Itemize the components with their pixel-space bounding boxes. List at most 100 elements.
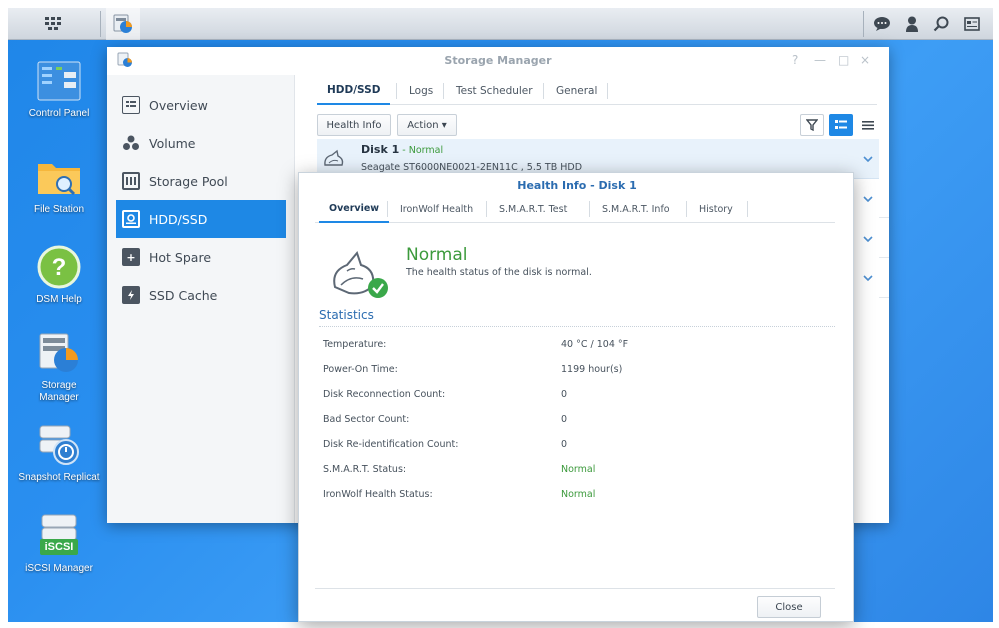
taskbar-separator (863, 11, 864, 37)
user-button[interactable] (899, 8, 925, 40)
apps-grid-icon (45, 17, 61, 30)
list-view-button[interactable] (856, 114, 880, 136)
filter-button[interactable] (800, 114, 824, 136)
list-icon (862, 121, 874, 130)
tab-general[interactable]: General (546, 77, 607, 105)
tab-smart-test[interactable]: S.M.A.R.T. Test (489, 195, 577, 223)
tab-overview[interactable]: Overview (319, 195, 390, 223)
dialog-footer-divider (315, 588, 835, 589)
disk-status-separator: - (399, 145, 409, 156)
help-button[interactable]: ? (792, 53, 798, 67)
close-window-button[interactable]: × (860, 53, 870, 67)
storage-manager-taskbar-button[interactable] (106, 8, 140, 40)
chevron-down-icon[interactable] (863, 235, 873, 243)
desktop-icon-label: DSM Help (36, 294, 82, 305)
sidebar-item-storage-pool[interactable]: Storage Pool (116, 162, 286, 200)
action-dropdown[interactable]: Action ▾ (397, 114, 457, 136)
main-menu-button[interactable] (8, 8, 98, 40)
folder-icon (38, 164, 80, 196)
stat-value-temperature: 40 °C / 104 °F (561, 339, 629, 350)
desktop-icon-storage-manager[interactable]: Storage Manager (9, 330, 109, 404)
desktop-icon-label: Snapshot Replicat (18, 472, 100, 483)
user-icon (906, 16, 918, 32)
maximize-button[interactable]: □ (838, 53, 849, 67)
desktop-icon-snapshot-replication[interactable]: Snapshot Replicat (9, 422, 109, 484)
tab-history[interactable]: History (689, 195, 743, 223)
stat-label-power-on-time: Power-On Time: (323, 364, 398, 375)
desktop-icon-label: iSCSI Manager (25, 563, 93, 574)
tab-separator (486, 201, 487, 217)
tab-test-scheduler[interactable]: Test Scheduler (446, 77, 543, 105)
check-icon (368, 278, 388, 298)
stat-value-smart-status: Normal (561, 464, 596, 475)
iscsi-badge: iSCSI (44, 541, 74, 553)
row-divider (879, 257, 889, 258)
disk-name: Disk 1 (361, 143, 400, 156)
notifications-button[interactable] (868, 8, 896, 40)
hdd-icon (122, 210, 140, 228)
desktop-icon-file-station[interactable]: File Station (9, 154, 109, 216)
overview-icon (122, 96, 140, 114)
tab-hdd-ssd[interactable]: HDD/SSD (317, 77, 391, 105)
tab-logs[interactable]: Logs (399, 77, 443, 105)
sidebar-item-label: HDD/SSD (149, 211, 208, 227)
storage-manager-icon (39, 333, 78, 372)
stat-value-power-on-time: 1199 hour(s) (561, 364, 623, 375)
detail-view-button[interactable] (829, 114, 853, 136)
desktop-icon-dsm-help[interactable]: ? DSM Help (9, 244, 109, 306)
health-description: The health status of the disk is normal. (406, 267, 592, 278)
chevron-down-icon[interactable] (863, 195, 873, 203)
desktop-icon-label: File Station (33, 204, 85, 215)
ssd-cache-icon (122, 286, 140, 304)
stat-value-bad-sector-count: 0 (561, 414, 568, 425)
storage-pool-icon (122, 172, 140, 190)
close-button[interactable]: Close (757, 596, 821, 618)
tab-separator (387, 201, 388, 217)
window-titlebar[interactable]: Storage Manager ? — □ × (107, 47, 889, 75)
stat-label-temperature: Temperature: (323, 339, 387, 350)
dialog-tabs: Overview IronWolf Health S.M.A.R.T. Test… (315, 195, 835, 223)
stat-value-reidentification-count: 0 (561, 439, 568, 450)
snapshot-replication-icon (39, 425, 79, 465)
tab-separator (747, 201, 748, 217)
health-info-button[interactable]: Health Info (317, 114, 391, 136)
tab-separator (607, 83, 608, 99)
health-info-dialog: Health Info - Disk 1 Overview IronWolf H… (298, 172, 854, 622)
desktop-icon-iscsi-manager[interactable]: iSCSI iSCSI Manager (9, 513, 109, 575)
desktop-icon-label: Storage Manager (39, 380, 79, 403)
disk-icon (324, 149, 344, 166)
sidebar: Overview Volume Storage Pool HDD/SSD + H… (107, 75, 295, 523)
stat-label-reidentification-count: Disk Re-identification Count: (323, 439, 459, 450)
svg-text:?: ? (52, 254, 67, 281)
sidebar-item-hot-spare[interactable]: + Hot Spare (116, 238, 286, 276)
sidebar-item-volume[interactable]: Volume (116, 124, 286, 162)
tab-ironwolf-health[interactable]: IronWolf Health (390, 195, 483, 223)
statistics-divider (319, 326, 835, 327)
list-detail-icon (835, 120, 847, 129)
search-icon (933, 16, 949, 32)
sidebar-item-ssd-cache[interactable]: SSD Cache (116, 276, 286, 314)
stat-label-ironwolf-health-status: IronWolf Health Status: (323, 489, 433, 500)
search-button[interactable] (928, 8, 954, 40)
dialog-title: Health Info - Disk 1 (517, 179, 637, 192)
tab-separator (686, 201, 687, 217)
desktop-icon-control-panel[interactable]: Control Panel (9, 58, 109, 120)
chat-icon (874, 17, 890, 31)
widgets-button[interactable] (958, 8, 986, 40)
filter-icon (806, 119, 818, 131)
chevron-down-icon[interactable] (863, 155, 873, 163)
statistics-heading: Statistics (319, 308, 374, 322)
sidebar-item-overview[interactable]: Overview (116, 86, 286, 124)
disk-title: Disk 1 - Normal (361, 143, 443, 156)
storage-manager-taskbar-icon (113, 14, 132, 33)
volume-icon (122, 134, 140, 152)
sidebar-item-label: Overview (149, 97, 208, 113)
sidebar-item-hdd-ssd[interactable]: HDD/SSD (116, 200, 286, 238)
chevron-down-icon[interactable] (863, 274, 873, 282)
disk-status: Normal (408, 145, 444, 156)
hot-spare-icon: + (122, 248, 140, 266)
health-status: Normal (406, 245, 468, 265)
minimize-button[interactable]: — (814, 53, 826, 67)
stat-label-bad-sector-count: Bad Sector Count: (323, 414, 410, 425)
tab-smart-info[interactable]: S.M.A.R.T. Info (592, 195, 680, 223)
